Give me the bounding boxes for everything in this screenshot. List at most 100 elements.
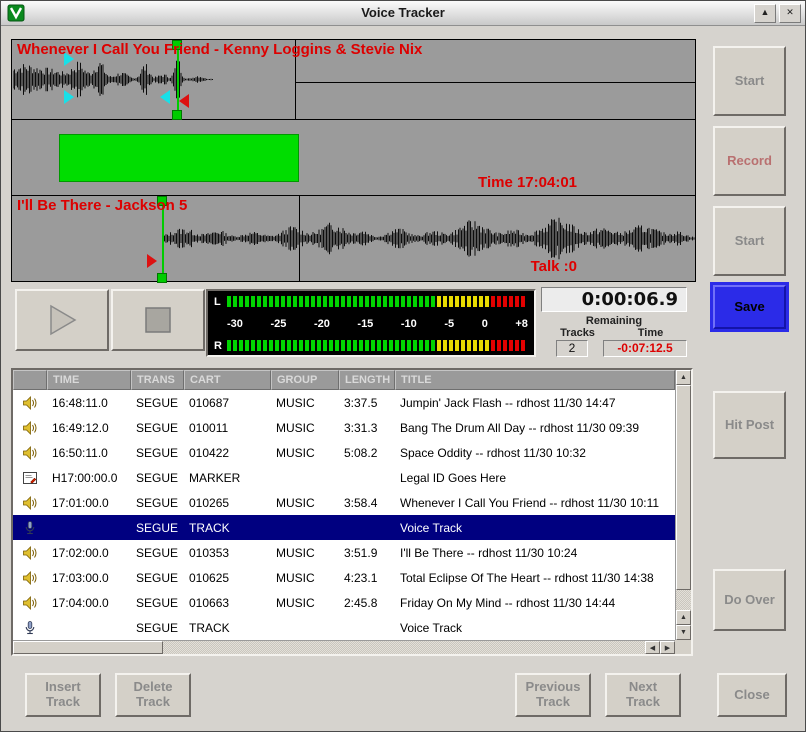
column-header-trans[interactable]: TRANS (131, 370, 184, 390)
column-header-group[interactable]: GROUP (271, 370, 339, 390)
column-header-title[interactable]: TITLE (395, 370, 675, 390)
play-icon (45, 303, 79, 337)
play-button[interactable] (15, 289, 109, 351)
column-header-icon[interactable] (13, 370, 47, 390)
meter-segment (461, 340, 465, 351)
meter-segment (299, 296, 303, 307)
meter-segment (407, 340, 411, 351)
scroll-down-button[interactable]: ▼ (676, 625, 691, 640)
row-title: Jumpin' Jack Flash -- rdhost 11/30 14:47 (395, 396, 675, 410)
row-time: H17:00:00.0 (47, 471, 131, 485)
row-length: 2:45.8 (339, 596, 395, 610)
log-row[interactable]: 17:04:00.0SEGUE010663MUSIC2:45.8Friday O… (13, 590, 675, 615)
meter-segment (521, 340, 525, 351)
do-over-button[interactable]: Do Over (713, 569, 786, 631)
column-header-length[interactable]: LENGTH (339, 370, 395, 390)
horizontal-scrollbar-track[interactable] (163, 641, 645, 654)
meter-segment (401, 340, 405, 351)
log-rows: 16:48:11.0SEGUE010687MUSIC3:37.5Jumpin' … (13, 390, 675, 640)
meter-segment (311, 340, 315, 351)
row-trans: SEGUE (131, 521, 184, 535)
row-length: 4:23.1 (339, 571, 395, 585)
meter-segment (377, 296, 381, 307)
column-header-time[interactable]: TIME (47, 370, 131, 390)
scroll-up-button[interactable]: ▲ (676, 370, 691, 385)
close-button[interactable]: Close (717, 673, 787, 717)
meter-segment (389, 340, 393, 351)
marker-icon (13, 470, 47, 486)
column-header-cart[interactable]: CART (184, 370, 271, 390)
row-time: 16:48:11.0 (47, 396, 131, 410)
meter-segment (377, 340, 381, 351)
scroll-left-button[interactable]: ◀ (645, 641, 660, 654)
hit-post-button[interactable]: Hit Post (713, 391, 786, 459)
log-row[interactable]: SEGUETRACKVoice Track (13, 515, 675, 540)
recorded-region[interactable] (59, 134, 299, 182)
row-cart: 010687 (184, 396, 271, 410)
voicetrack-record-panel[interactable]: Time 17:04:01 (11, 119, 696, 196)
meter-segment (437, 296, 441, 307)
meter-segment (275, 340, 279, 351)
log-row[interactable]: 17:02:00.0SEGUE010353MUSIC3:51.9I'll Be … (13, 540, 675, 565)
vertical-scrollbar-thumb[interactable] (676, 385, 691, 590)
meter-segment (317, 340, 321, 351)
fade-marker-icon[interactable] (147, 254, 157, 268)
remaining-time-label: Time (614, 327, 687, 339)
vertical-scrollbar-track[interactable] (676, 590, 691, 610)
meter-segment (449, 340, 453, 351)
meter-segment (257, 340, 261, 351)
remaining-time-value: -0:07:12.5 (603, 340, 687, 357)
start-marker-handle-bottom[interactable] (157, 273, 167, 283)
meter-segment (509, 340, 513, 351)
meter-segment (401, 296, 405, 307)
wallclock-time-label: Time 17:04:01 (478, 174, 577, 191)
meter-segment (335, 296, 339, 307)
segue-marker-handle-bottom[interactable] (172, 110, 182, 120)
row-cart: 010011 (184, 421, 271, 435)
close-window-button[interactable]: ✕ (779, 4, 801, 23)
record-button[interactable]: Record (713, 126, 786, 196)
talk-marker-icon[interactable] (64, 90, 74, 104)
scroll-up-button[interactable]: ▲ (676, 610, 691, 625)
next-track-button[interactable]: Next Track (605, 673, 681, 717)
start2-button[interactable]: Start (713, 206, 786, 276)
fade-marker-icon[interactable] (179, 94, 189, 108)
vertical-scrollbar[interactable]: ▲ ▲ ▼ (675, 370, 691, 640)
shade-button[interactable]: ▲ (754, 4, 776, 23)
insert-track-button[interactable]: Insert Track (25, 673, 101, 717)
titlebar[interactable]: Voice Tracker ▲ ✕ (1, 1, 805, 26)
meter-segment (287, 296, 291, 307)
save-button[interactable]: Save (713, 285, 786, 329)
scroll-right-button[interactable]: ▶ (660, 641, 675, 654)
meter-segment (269, 296, 273, 307)
log-row[interactable]: H17:00:00.0SEGUEMARKERLegal ID Goes Here (13, 465, 675, 490)
log-row[interactable]: 16:48:11.0SEGUE010687MUSIC3:37.5Jumpin' … (13, 390, 675, 415)
start1-button[interactable]: Start (713, 46, 786, 116)
meter-segment (503, 340, 507, 351)
previous-track-button[interactable]: Previous Track (515, 673, 591, 717)
delete-track-button[interactable]: Delete Track (115, 673, 191, 717)
row-title: I'll Be There -- rdhost 11/30 10:24 (395, 546, 675, 560)
log-header: TIMETRANSCARTGROUPLENGTHTITLE (13, 370, 675, 390)
row-trans: SEGUE (131, 571, 184, 585)
track1-waveform-panel[interactable]: Whenever I Call You Friend - Kenny Loggi… (11, 39, 696, 120)
meter-segment (491, 296, 495, 307)
log-row[interactable]: 17:03:00.0SEGUE010625MUSIC4:23.1Total Ec… (13, 565, 675, 590)
meter-segment (395, 296, 399, 307)
meter-segment (443, 340, 447, 351)
meter-segment (335, 340, 339, 351)
meter-segment (341, 340, 345, 351)
meter-segment (323, 296, 327, 307)
horizontal-scrollbar-thumb[interactable] (13, 641, 163, 654)
meter-segment (497, 296, 501, 307)
log-row[interactable]: 17:01:00.0SEGUE010265MUSIC3:58.4Whenever… (13, 490, 675, 515)
horizontal-scrollbar[interactable]: ◀ ▶ (13, 640, 675, 654)
log-row[interactable]: 16:49:12.0SEGUE010011MUSIC3:31.3Bang The… (13, 415, 675, 440)
track2-waveform-panel[interactable]: I'll Be There - Jackson 5 Talk :0 (11, 195, 696, 282)
mic-icon (13, 520, 47, 536)
stop-button[interactable] (111, 289, 205, 351)
row-cart: 010265 (184, 496, 271, 510)
talk-marker-icon[interactable] (160, 90, 170, 104)
log-row[interactable]: 16:50:11.0SEGUE010422MUSIC5:08.2Space Od… (13, 440, 675, 465)
log-row[interactable]: SEGUETRACKVoice Track (13, 615, 675, 640)
